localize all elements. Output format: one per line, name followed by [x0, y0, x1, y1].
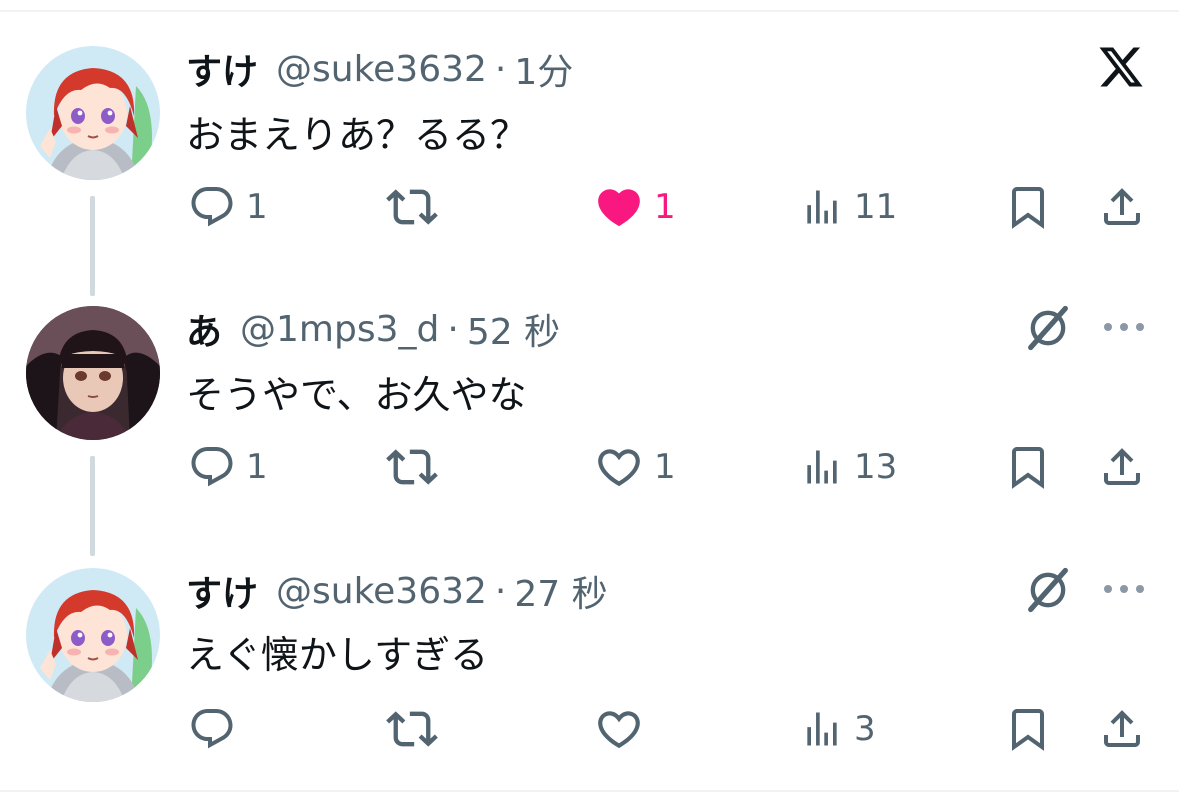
share-upload-icon: [1104, 448, 1140, 485]
retweet-arrows-icon: [386, 449, 438, 485]
reply-button[interactable]: 1: [188, 182, 268, 232]
bookmark-button[interactable]: [1004, 704, 1052, 754]
share-upload-icon: [1104, 710, 1140, 747]
view-count: 11: [854, 187, 898, 227]
like-button[interactable]: 1: [594, 442, 676, 492]
avatar-image: [26, 568, 160, 702]
tweet-header: すけ @suke3632 · 1分: [186, 44, 573, 94]
bookmark-button[interactable]: [1004, 182, 1052, 232]
heart-icon: [598, 711, 640, 749]
bar-chart-icon: [807, 190, 837, 224]
share-button[interactable]: [1098, 182, 1146, 232]
bar-chart-icon: [807, 450, 837, 484]
ellipsis-icon[interactable]: [1104, 585, 1144, 593]
avatar[interactable]: [26, 46, 160, 180]
view-count: 13: [854, 447, 898, 487]
like-button[interactable]: [594, 704, 654, 754]
retweet-button[interactable]: [386, 182, 438, 232]
heart-icon: [598, 189, 640, 227]
separator-dot: ·: [494, 570, 507, 612]
bottom-divider: [0, 790, 1179, 792]
share-button[interactable]: [1098, 704, 1146, 754]
thread-line: [90, 456, 95, 556]
tweet-header: あ @1mps3_d · 52 秒: [186, 304, 560, 354]
bookmark-button[interactable]: [1004, 442, 1052, 492]
share-button[interactable]: [1098, 442, 1146, 492]
user-handle[interactable]: @1mps3_d: [240, 309, 439, 350]
like-count: 1: [654, 187, 676, 227]
avatar[interactable]: [26, 306, 160, 440]
reply-count: 1: [246, 447, 268, 487]
display-name[interactable]: すけ: [186, 565, 258, 617]
retweet-button[interactable]: [386, 442, 438, 492]
views-button[interactable]: 11: [800, 182, 897, 232]
reply-button[interactable]: [188, 704, 246, 754]
user-handle[interactable]: @suke3632: [276, 49, 487, 90]
timestamp[interactable]: 27 秒: [514, 565, 607, 617]
views-button[interactable]: 13: [800, 442, 897, 492]
display-name[interactable]: あ: [186, 303, 222, 355]
avatar-image: [26, 46, 160, 180]
reply-button[interactable]: 1: [188, 442, 268, 492]
bookmark-icon: [1012, 187, 1044, 229]
ellipsis-icon[interactable]: [1104, 323, 1144, 331]
display-name[interactable]: すけ: [186, 43, 258, 95]
bookmark-icon: [1012, 709, 1044, 751]
tweet-text: おまえりあ？るる？: [186, 113, 529, 157]
share-upload-icon: [1104, 188, 1140, 225]
bar-chart-icon: [807, 712, 837, 746]
grok-slash-icon[interactable]: [1022, 564, 1074, 616]
grok-slash-icon[interactable]: [1022, 302, 1074, 354]
user-handle[interactable]: @suke3632: [276, 571, 487, 612]
heart-icon: [598, 449, 640, 487]
views-button[interactable]: 3: [800, 704, 876, 754]
retweet-arrows-icon: [386, 711, 438, 747]
separator-dot: ·: [447, 308, 459, 350]
timestamp[interactable]: 1分: [514, 43, 573, 95]
avatar-image: [26, 306, 160, 440]
speech-bubble-icon: [191, 447, 233, 487]
speech-bubble-icon: [191, 709, 233, 749]
like-button[interactable]: 1: [594, 182, 676, 232]
view-count: 3: [854, 709, 876, 749]
speech-bubble-icon: [191, 187, 233, 227]
tweet-header: すけ @suke3632 · 27 秒: [186, 566, 608, 616]
tweet-text: そうやで、お久やな: [186, 373, 527, 417]
bookmark-icon: [1012, 447, 1044, 489]
retweet-arrows-icon: [386, 189, 438, 225]
tweet[interactable]: すけ @suke3632 · 1分 おまえりあ？るる？ 1 1 11: [0, 0, 1179, 260]
timestamp[interactable]: 52 秒: [467, 303, 560, 355]
reply-count: 1: [246, 187, 268, 227]
avatar[interactable]: [26, 568, 160, 702]
tweet-text: えぐ懐かしすぎる: [186, 633, 489, 677]
like-count: 1: [654, 447, 676, 487]
separator-dot: ·: [494, 48, 507, 90]
retweet-button[interactable]: [386, 704, 438, 754]
